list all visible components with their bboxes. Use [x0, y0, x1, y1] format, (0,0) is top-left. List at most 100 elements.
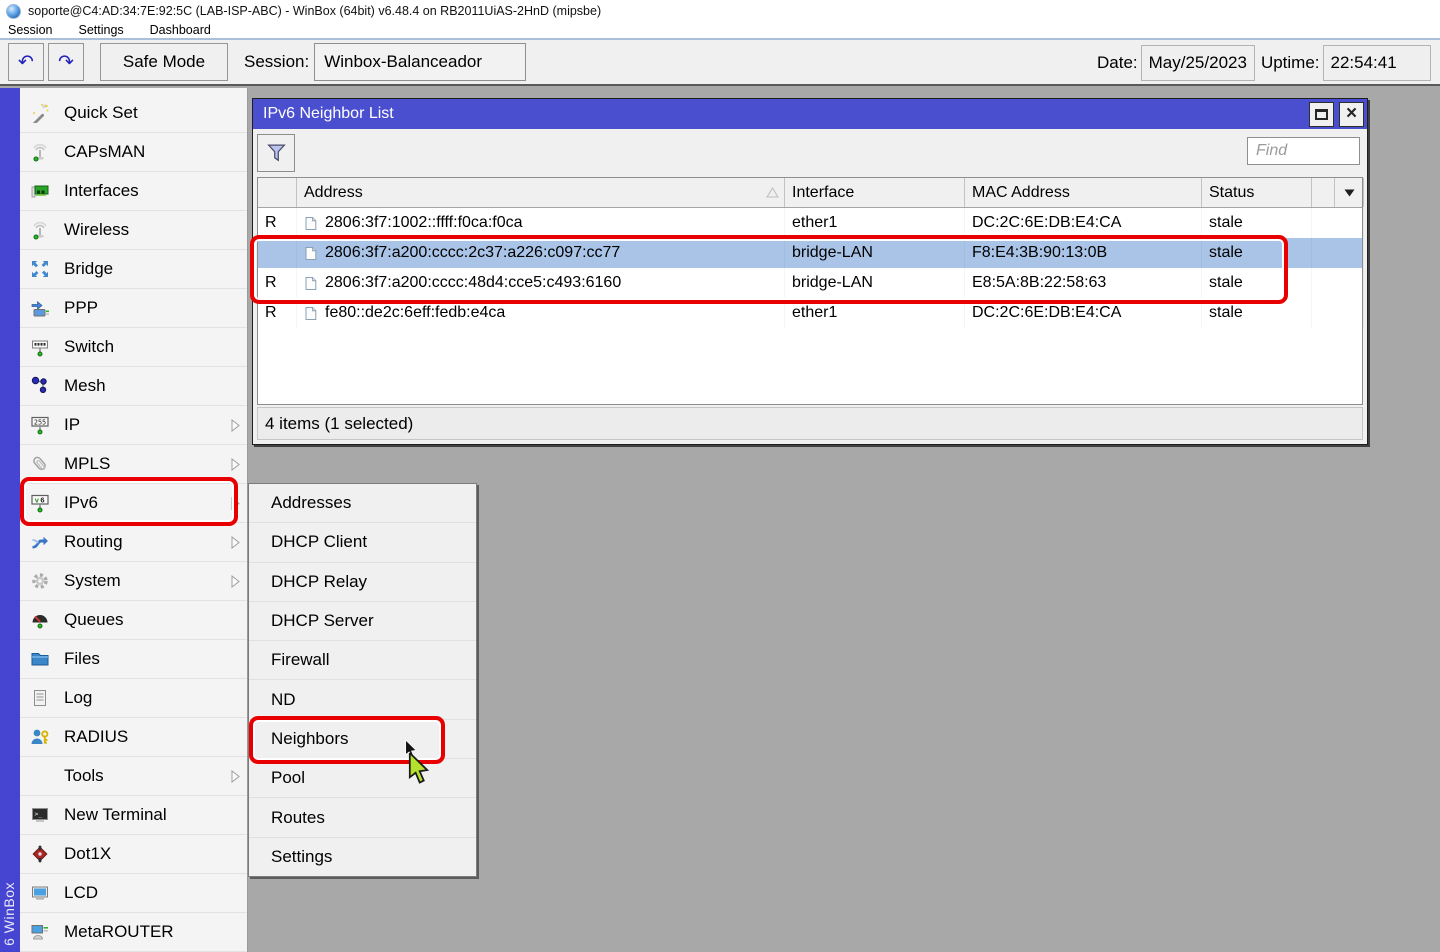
submenu-item-nd[interactable]: ND	[249, 680, 476, 719]
undo-icon: ↶	[18, 51, 34, 73]
column-header-interface[interactable]: Interface	[785, 178, 965, 207]
menubar-item-dashboard[interactable]: Dashboard	[150, 23, 211, 37]
sidebar-item-label: Dot1X	[64, 844, 111, 864]
sidebar-item-tools[interactable]: Tools	[20, 757, 247, 796]
row-interface: bridge-LAN	[785, 238, 965, 268]
submenu-item-pool[interactable]: Pool	[249, 759, 476, 798]
sidebar-item-quick-set[interactable]: Quick Set	[20, 94, 247, 133]
session-field[interactable]: Winbox-Balanceador	[314, 43, 526, 81]
window-statusbar: 4 items (1 selected)	[257, 407, 1363, 440]
sidebar-item-files[interactable]: Files	[20, 640, 247, 679]
sidebar-item-ppp[interactable]: PPP	[20, 289, 247, 328]
maximize-icon	[1315, 109, 1328, 120]
dot1x-icon	[29, 844, 51, 864]
column-header-spacer[interactable]	[1312, 178, 1335, 207]
table-row[interactable]: R2806:3f7:1002::ffff:f0ca:f0caether1DC:2…	[258, 208, 1362, 238]
redo-icon: ↷	[58, 51, 74, 73]
sidebar-item-dot1x[interactable]: Dot1X	[20, 835, 247, 874]
row-trailing-space	[1312, 238, 1364, 268]
chevron-right-icon	[231, 419, 240, 432]
submenu-item-label: Addresses	[271, 493, 351, 513]
table-body: R2806:3f7:1002::ffff:f0ca:f0caether1DC:2…	[258, 208, 1362, 404]
sidebar-item-label: IPv6	[64, 493, 98, 513]
queues-icon	[29, 610, 51, 630]
ppp-icon	[29, 298, 51, 318]
sidebar-item-wireless[interactable]: Wireless	[20, 211, 247, 250]
maximize-button[interactable]	[1309, 102, 1334, 127]
table-row[interactable]: Rfe80::de2c:6eff:fedb:e4caether1DC:2C:6E…	[258, 298, 1362, 328]
sidebar-item-metarouter[interactable]: MetaROUTER	[20, 913, 247, 952]
neighbor-table: AddressInterfaceMAC AddressStatus R2806:…	[257, 177, 1363, 405]
svg-text:6: 6	[40, 495, 44, 504]
row-status: stale	[1202, 298, 1312, 328]
sidebar-item-new-terminal[interactable]: >_ New Terminal	[20, 796, 247, 835]
sidebar-item-label: IP	[64, 415, 80, 435]
sidebar-item-queues[interactable]: Queues	[20, 601, 247, 640]
sidebar-item-bridge[interactable]: Bridge	[20, 250, 247, 289]
chevron-right-icon	[231, 770, 240, 783]
sidebar-item-system[interactable]: System	[20, 562, 247, 601]
toolbar-right: Date: May/25/2023 Uptime: 22:54:41	[1097, 40, 1431, 86]
undo-button[interactable]: ↶	[8, 43, 44, 81]
sidebar-item-mesh[interactable]: Mesh	[20, 367, 247, 406]
sidebar-item-label: CAPsMAN	[64, 142, 145, 162]
sidebar-item-ipv6[interactable]: v6 IPv6	[20, 484, 247, 523]
column-header-mac[interactable]: MAC Address	[965, 178, 1202, 207]
radius-icon	[29, 727, 51, 747]
submenu-item-settings[interactable]: Settings	[249, 838, 476, 876]
submenu-item-dhcp-server[interactable]: DHCP Server	[249, 602, 476, 641]
menubar-item-session[interactable]: Session	[8, 23, 52, 37]
svg-text:>_: >_	[35, 810, 43, 818]
uptime-value: 22:54:41	[1323, 45, 1431, 81]
brand-strip: 6 WinBox	[0, 88, 20, 952]
table-row[interactable]: R2806:3f7:a200:cccc:48d4:cce5:c493:6160b…	[258, 268, 1362, 298]
submenu-item-dhcp-relay[interactable]: DHCP Relay	[249, 563, 476, 602]
column-header-flag[interactable]	[258, 178, 297, 207]
safe-mode-button[interactable]: Safe Mode	[100, 43, 228, 81]
sidebar-item-ip[interactable]: 255IP	[20, 406, 247, 445]
sidebar-item-radius[interactable]: RADIUS	[20, 718, 247, 757]
row-status: stale	[1202, 238, 1312, 268]
column-header-status[interactable]: Status	[1202, 178, 1312, 207]
sidebar-item-label: New Terminal	[64, 805, 167, 825]
table-row[interactable]: 2806:3f7:a200:cccc:2c37:a226:c097:cc77br…	[258, 238, 1362, 268]
filter-button[interactable]	[257, 134, 295, 172]
sidebar-item-routing[interactable]: Routing	[20, 523, 247, 562]
column-picker-button[interactable]	[1335, 178, 1364, 207]
capsman-icon	[29, 142, 51, 162]
redo-button[interactable]: ↷	[48, 43, 84, 81]
filter-funnel-icon	[265, 142, 288, 165]
chevron-right-icon	[231, 536, 240, 549]
sidebar-item-interfaces[interactable]: Interfaces	[20, 172, 247, 211]
date-label: Date:	[1097, 53, 1138, 73]
window-titlebar[interactable]: IPv6 Neighbor List ×	[253, 99, 1367, 129]
submenu-item-label: DHCP Relay	[271, 572, 367, 592]
sidebar-item-label: Interfaces	[64, 181, 139, 201]
sidebar-item-mpls[interactable]: MPLS	[20, 445, 247, 484]
sidebar-item-switch[interactable]: Switch	[20, 328, 247, 367]
close-button[interactable]: ×	[1339, 102, 1364, 127]
row-flag: R	[258, 268, 297, 298]
sidebar-item-lcd[interactable]: LCD	[20, 874, 247, 913]
uptime-label: Uptime:	[1261, 53, 1320, 73]
find-input[interactable]	[1247, 137, 1360, 165]
submenu-item-label: Routes	[271, 808, 325, 828]
sidebar-item-label: MetaROUTER	[64, 922, 174, 942]
submenu-item-firewall[interactable]: Firewall	[249, 641, 476, 680]
submenu-item-addresses[interactable]: Addresses	[249, 484, 476, 523]
ipv6-icon: v6	[29, 493, 51, 513]
submenu-item-neighbors[interactable]: Neighbors	[249, 720, 476, 759]
row-trailing-space	[1312, 208, 1364, 238]
submenu-item-routes[interactable]: Routes	[249, 798, 476, 837]
sidebar-item-log[interactable]: Log	[20, 679, 247, 718]
submenu-item-dhcp-client[interactable]: DHCP Client	[249, 523, 476, 562]
sidebar-item-capsman[interactable]: CAPsMAN	[20, 133, 247, 172]
row-interface: ether1	[785, 208, 965, 238]
sidebar-item-label: Mesh	[64, 376, 106, 396]
date-value: May/25/2023	[1141, 45, 1255, 81]
items-count: 4 items (1 selected)	[265, 414, 413, 434]
close-icon: ×	[1346, 104, 1357, 123]
menubar-item-settings[interactable]: Settings	[78, 23, 123, 37]
column-header-address[interactable]: Address	[297, 178, 785, 207]
ipv6-neighbor-list-window: IPv6 Neighbor List × AddressInterfaceMAC…	[252, 98, 1368, 445]
